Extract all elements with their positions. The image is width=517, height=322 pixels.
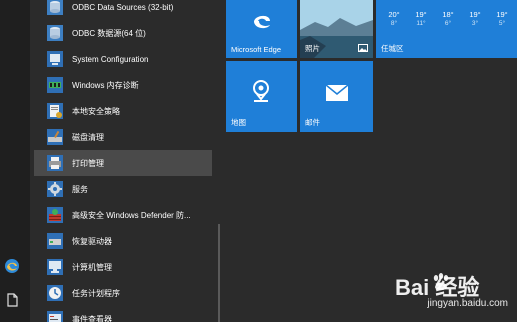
edge-icon (254, 15, 270, 29)
list-item-event-viewer[interactable]: 事件查看器 (34, 306, 212, 322)
list-item-label: 服务 (72, 184, 88, 194)
recovery-drive-icon (44, 230, 66, 252)
tile-label: 地图 (231, 118, 246, 127)
list-item-computer-management[interactable]: 计算机管理 (34, 254, 212, 280)
tile-microsoft-edge[interactable]: Microsoft Edge (226, 0, 297, 58)
system-config-icon (44, 48, 66, 70)
list-item-local-security-policy[interactable]: 本地安全策略 (34, 98, 212, 124)
list-item-odbc-32[interactable]: ODBC Data Sources (32-bit) (34, 0, 212, 20)
photos-icon (358, 44, 368, 52)
weather-low: 8° (390, 20, 398, 27)
app-list: ODBC Data Sources (32-bit) ODBC 数据源(64 位… (34, 0, 220, 322)
task-scheduler-icon (44, 282, 66, 304)
tile-weather[interactable]: 20° 8° 19° 11° 18° 6° 19° 3° 19° 5° 任城区 (376, 0, 517, 58)
weather-high: 19° (415, 10, 427, 19)
maps-icon (253, 80, 269, 102)
firewall-icon (44, 204, 66, 226)
list-item-label: 打印管理 (72, 158, 104, 168)
weather-day: 19° 5° (488, 10, 516, 27)
list-item-label: ODBC Data Sources (32-bit) (72, 2, 174, 12)
list-item-label: 恢复驱动器 (72, 236, 112, 246)
documents-icon[interactable] (4, 292, 20, 308)
list-item-label: 事件查看器 (72, 314, 112, 322)
services-gear-icon (44, 178, 66, 200)
list-item-label: ODBC 数据源(64 位) (72, 28, 146, 38)
list-item-odbc-64[interactable]: ODBC 数据源(64 位) (34, 20, 212, 46)
weather-day: 19° 3° (461, 10, 489, 27)
weather-low: 5° (498, 20, 506, 27)
list-item-label: 任务计划程序 (72, 288, 120, 298)
weather-day: 18° 6° (434, 10, 462, 27)
list-item-print-management[interactable]: 打印管理 (34, 150, 212, 176)
list-item-label: 计算机管理 (72, 262, 112, 272)
list-item-disk-cleanup[interactable]: 磁盘清理 (34, 124, 212, 150)
weather-high: 19° (496, 10, 508, 19)
weather-day: 20° 8° (380, 10, 408, 27)
list-item-label: 本地安全策略 (72, 106, 120, 116)
weather-low: 6° (444, 20, 452, 27)
list-item-label: 高级安全 Windows Defender 防... (72, 210, 191, 220)
tile-label: 邮件 (305, 118, 320, 127)
list-item-system-configuration[interactable]: System Configuration (34, 46, 212, 72)
event-viewer-icon (44, 308, 66, 322)
weather-high: 19° (469, 10, 481, 19)
weather-location: 任城区 (381, 44, 404, 53)
tile-label: 照片 (305, 44, 320, 53)
weather-low: 11° (416, 20, 426, 27)
disk-cleanup-icon (44, 126, 66, 148)
list-item-recovery-drive[interactable]: 恢复驱动器 (34, 228, 212, 254)
tile-label: Microsoft Edge (231, 45, 282, 54)
start-left-rail (0, 0, 30, 322)
tile-maps[interactable]: 地图 (226, 61, 297, 132)
weather-low: 3° (471, 20, 479, 27)
odbc-icon (44, 22, 66, 44)
memory-diagnostic-icon (44, 74, 66, 96)
weather-day: 19° 11° (407, 10, 435, 27)
list-item-task-scheduler[interactable]: 任务计划程序 (34, 280, 212, 306)
print-management-icon (44, 152, 66, 174)
odbc-icon (44, 0, 66, 18)
list-item-windows-defender-firewall[interactable]: 高级安全 Windows Defender 防... (34, 202, 212, 228)
list-item-label: System Configuration (72, 54, 149, 64)
weather-high: 18° (442, 10, 454, 19)
tile-mail[interactable]: 邮件 (300, 61, 373, 132)
baidu-jingyan-watermark: Bai 经验 jingyan.baidu.com (368, 268, 517, 322)
list-item-label: Windows 内存诊断 (72, 80, 139, 90)
mail-icon (326, 85, 348, 101)
computer-management-icon (44, 256, 66, 278)
list-item-memory-diagnostic[interactable]: Windows 内存诊断 (34, 72, 212, 98)
list-item-label: 磁盘清理 (72, 132, 104, 142)
tile-photos[interactable]: 照片 (300, 0, 373, 58)
security-policy-icon (44, 100, 66, 122)
weather-high: 20° (388, 10, 400, 19)
edge-rail-icon[interactable] (4, 258, 20, 274)
app-list-scrollbar[interactable] (218, 224, 220, 322)
watermark-url: jingyan.baidu.com (427, 298, 508, 309)
list-item-services[interactable]: 服务 (34, 176, 212, 202)
